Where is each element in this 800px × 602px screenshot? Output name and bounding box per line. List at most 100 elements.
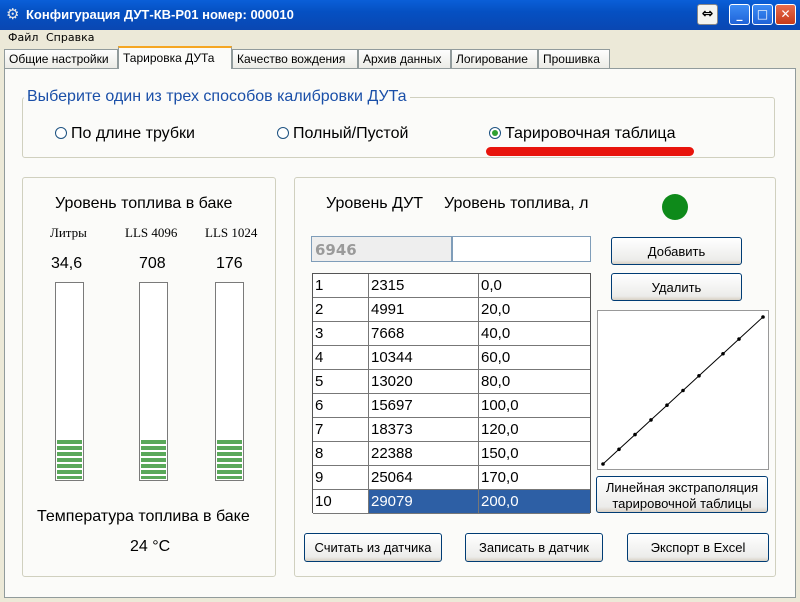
table-cell-level[interactable]: 22388 xyxy=(369,442,479,466)
radio-calibration-table[interactable]: Тарировочная таблица xyxy=(489,125,675,143)
tab-general-settings[interactable]: Общие настройки xyxy=(4,49,118,68)
table-cell-n[interactable]: 5 xyxy=(313,370,369,394)
table-cell-n[interactable]: 4 xyxy=(313,346,369,370)
gauge-bar-lls1024 xyxy=(215,282,244,481)
table-cell-fuel[interactable]: 120,0 xyxy=(479,418,590,442)
tab-data-archive[interactable]: Архив данных xyxy=(358,49,451,68)
plot-point xyxy=(633,432,637,437)
table-cell-fuel[interactable]: 60,0 xyxy=(479,346,590,370)
table-row[interactable]: 10 29079 200,0 xyxy=(313,490,590,514)
read-from-sensor-button[interactable]: Считать из датчика xyxy=(304,533,442,562)
plot-point xyxy=(681,388,685,393)
radio-unchecked-icon xyxy=(277,127,289,139)
tab-logging[interactable]: Логирование xyxy=(451,49,538,68)
table-cell-fuel[interactable]: 40,0 xyxy=(479,322,590,346)
table-row[interactable]: 9 25064 170,0 xyxy=(313,466,590,490)
table-row[interactable]: 6 15697 100,0 xyxy=(313,394,590,418)
table-row[interactable]: 2 4991 20,0 xyxy=(313,298,590,322)
plot-point xyxy=(761,315,765,319)
status-indicator xyxy=(662,194,688,220)
table-row[interactable]: 8 22388 150,0 xyxy=(313,442,590,466)
table-cell-n[interactable]: 2 xyxy=(313,298,369,322)
tab-firmware[interactable]: Прошивка xyxy=(538,49,610,68)
window-titlebar[interactable]: ⚙ Конфигурация ДУТ-КВ-Р01 номер: 000010 … xyxy=(0,0,800,30)
header-sensor-level: Уровень ДУТ xyxy=(326,195,424,212)
table-cell-level[interactable]: 15697 xyxy=(369,394,479,418)
table-cell-n[interactable]: 7 xyxy=(313,418,369,442)
tab-driving-quality[interactable]: Качество вождения xyxy=(232,49,358,68)
delete-button[interactable]: Удалить xyxy=(611,273,742,301)
radio-full-empty[interactable]: Полный/Пустой xyxy=(277,125,408,143)
calibration-plot-svg xyxy=(601,315,765,466)
radio-tube-length-label: По длине трубки xyxy=(71,125,195,142)
add-button[interactable]: Добавить xyxy=(611,237,742,265)
plot-point xyxy=(737,337,741,341)
current-level-field: 6946 xyxy=(311,236,452,262)
tab-calibration[interactable]: Тарировка ДУТа xyxy=(118,46,232,69)
gauge-fill-lls4096 xyxy=(141,439,166,479)
table-row[interactable]: 4 10344 60,0 xyxy=(313,346,590,370)
plot-point xyxy=(697,374,701,378)
table-cell-fuel[interactable]: 200,0 xyxy=(479,490,590,514)
close-button[interactable]: ✕ xyxy=(775,4,796,25)
plot-point xyxy=(721,351,725,356)
table-cell-level[interactable]: 13020 xyxy=(369,370,479,394)
table-cell-fuel[interactable]: 150,0 xyxy=(479,442,590,466)
temperature-value: 24 °C xyxy=(130,538,171,555)
table-cell-n[interactable]: 10 xyxy=(313,490,369,514)
menu-bar: Файл Справка xyxy=(0,30,800,46)
table-cell-level[interactable]: 25064 xyxy=(369,466,479,490)
table-cell-fuel[interactable]: 80,0 xyxy=(479,370,590,394)
calibration-table[interactable]: 1 2315 0,0 2 4991 20,0 3 7668 40,0 4 10344 60,0 5 130… xyxy=(312,273,591,514)
table-cell-level[interactable]: 7668 xyxy=(369,322,479,346)
plot-point xyxy=(617,447,621,452)
calibration-method-legend: Выберите один из трех способов калибровк… xyxy=(24,88,410,106)
extrapolation-line2: тарировочной таблицы xyxy=(612,496,752,511)
minimize-button[interactable]: _ xyxy=(729,4,750,25)
gauge-value-lls1024: 176 xyxy=(216,255,243,272)
table-cell-level[interactable]: 18373 xyxy=(369,418,479,442)
gear-icon: ⚙ xyxy=(6,5,20,23)
gauge-bar-liters xyxy=(55,282,84,481)
table-cell-fuel[interactable]: 0,0 xyxy=(479,274,590,298)
gauge-label-lls4096: LLS 4096 xyxy=(125,225,178,240)
calibration-plot xyxy=(597,310,769,470)
table-cell-fuel[interactable]: 100,0 xyxy=(479,394,590,418)
menu-file[interactable]: Файл xyxy=(8,31,38,44)
table-cell-level[interactable]: 29079 xyxy=(369,490,479,514)
gauge-fill-liters xyxy=(57,439,82,479)
table-row[interactable]: 7 18373 120,0 xyxy=(313,418,590,442)
table-cell-n[interactable]: 9 xyxy=(313,466,369,490)
write-to-sensor-button[interactable]: Записать в датчик xyxy=(465,533,603,562)
table-cell-level[interactable]: 10344 xyxy=(369,346,479,370)
temperature-title: Температура топлива в баке xyxy=(37,508,250,525)
radio-tube-length[interactable]: По длине трубки xyxy=(55,125,195,143)
table-cell-fuel[interactable]: 170,0 xyxy=(479,466,590,490)
fuel-input[interactable] xyxy=(452,236,591,262)
radio-unchecked-icon xyxy=(55,127,67,139)
table-cell-n[interactable]: 6 xyxy=(313,394,369,418)
resize-arrows-icon[interactable]: ⇔ xyxy=(697,4,718,25)
export-excel-button[interactable]: Экспорт в Excel xyxy=(627,533,769,562)
table-row[interactable]: 1 2315 0,0 xyxy=(313,274,590,298)
extrapolation-line1: Линейная экстраполяция xyxy=(605,480,759,495)
table-cell-level[interactable]: 4991 xyxy=(369,298,479,322)
linear-extrapolation-button[interactable]: Линейная экстраполяция тарировочной табл… xyxy=(596,476,768,513)
table-row[interactable]: 5 13020 80,0 xyxy=(313,370,590,394)
table-row[interactable]: 3 7668 40,0 xyxy=(313,322,590,346)
gauge-value-lls4096: 708 xyxy=(139,255,166,272)
header-fuel-level: Уровень топлива, л xyxy=(444,195,589,212)
gauge-label-lls1024: LLS 1024 xyxy=(205,225,258,240)
radio-full-empty-label: Полный/Пустой xyxy=(293,125,409,142)
table-cell-n[interactable]: 3 xyxy=(313,322,369,346)
radio-calibration-table-label: Тарировочная таблица xyxy=(505,125,676,142)
table-cell-n[interactable]: 8 xyxy=(313,442,369,466)
gauge-label-liters: Литры xyxy=(50,225,87,240)
maximize-button[interactable]: □ xyxy=(752,4,773,25)
highlight-underline xyxy=(486,147,694,156)
table-cell-fuel[interactable]: 20,0 xyxy=(479,298,590,322)
table-cell-n[interactable]: 1 xyxy=(313,274,369,298)
menu-help[interactable]: Справка xyxy=(46,31,94,44)
gauge-bar-lls4096 xyxy=(139,282,168,481)
table-cell-level[interactable]: 2315 xyxy=(369,274,479,298)
